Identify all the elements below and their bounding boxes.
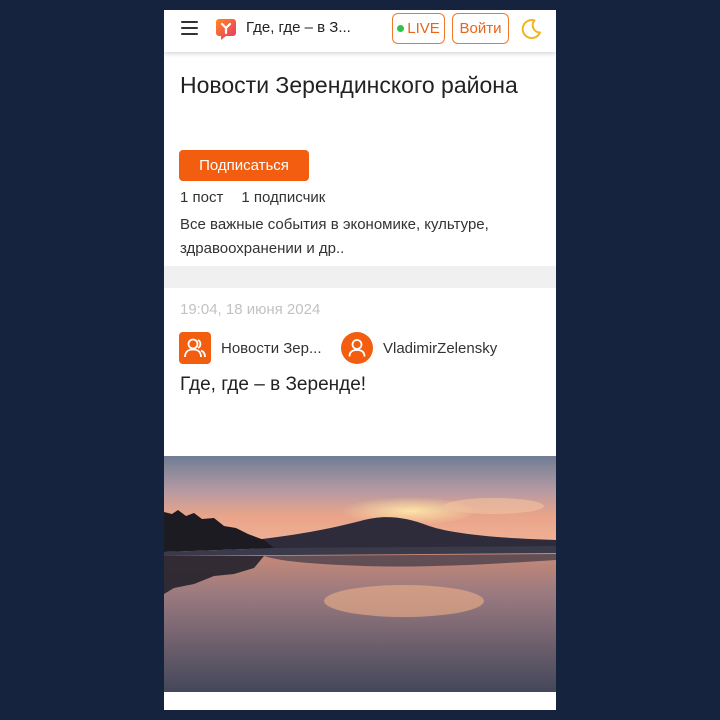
user-avatar[interactable] — [341, 332, 373, 364]
channel-stats: 1 пост 1 подписчик — [180, 189, 325, 206]
posts-count[interactable]: 1 пост — [180, 189, 223, 206]
menu-icon[interactable] — [181, 20, 198, 36]
subscribers-count[interactable]: 1 подписчик — [241, 189, 325, 206]
live-button[interactable]: LIVE — [392, 13, 445, 44]
section-divider — [164, 266, 556, 288]
post-author-name[interactable]: VladimirZelensky — [383, 340, 497, 357]
top-bar: Где, где – в З... LIVE Войти — [164, 10, 556, 52]
subscribe-button[interactable]: Подписаться — [179, 150, 309, 181]
user-icon — [348, 339, 366, 357]
users-icon — [184, 338, 206, 358]
live-label: LIVE — [407, 20, 440, 37]
login-button[interactable]: Войти — [452, 13, 509, 44]
phone-screen: Где, где – в З... LIVE Войти Новости Зер… — [164, 10, 556, 710]
live-dot-icon — [397, 25, 405, 32]
moon-icon[interactable] — [519, 17, 543, 41]
channel-avatar[interactable] — [179, 332, 211, 364]
post-timestamp: 19:04, 18 июня 2024 — [180, 301, 321, 318]
logo-icon[interactable] — [214, 17, 238, 41]
topbar-title[interactable]: Где, где – в З... — [246, 19, 351, 36]
channel-title: Новости Зерендинского района — [180, 72, 518, 98]
post-title[interactable]: Где, где – в Зеренде! — [180, 374, 366, 396]
post-image[interactable] — [164, 456, 556, 692]
post-channel-name[interactable]: Новости Зер... — [221, 340, 321, 357]
channel-description: Все важные события в экономике, культуре… — [180, 216, 489, 257]
